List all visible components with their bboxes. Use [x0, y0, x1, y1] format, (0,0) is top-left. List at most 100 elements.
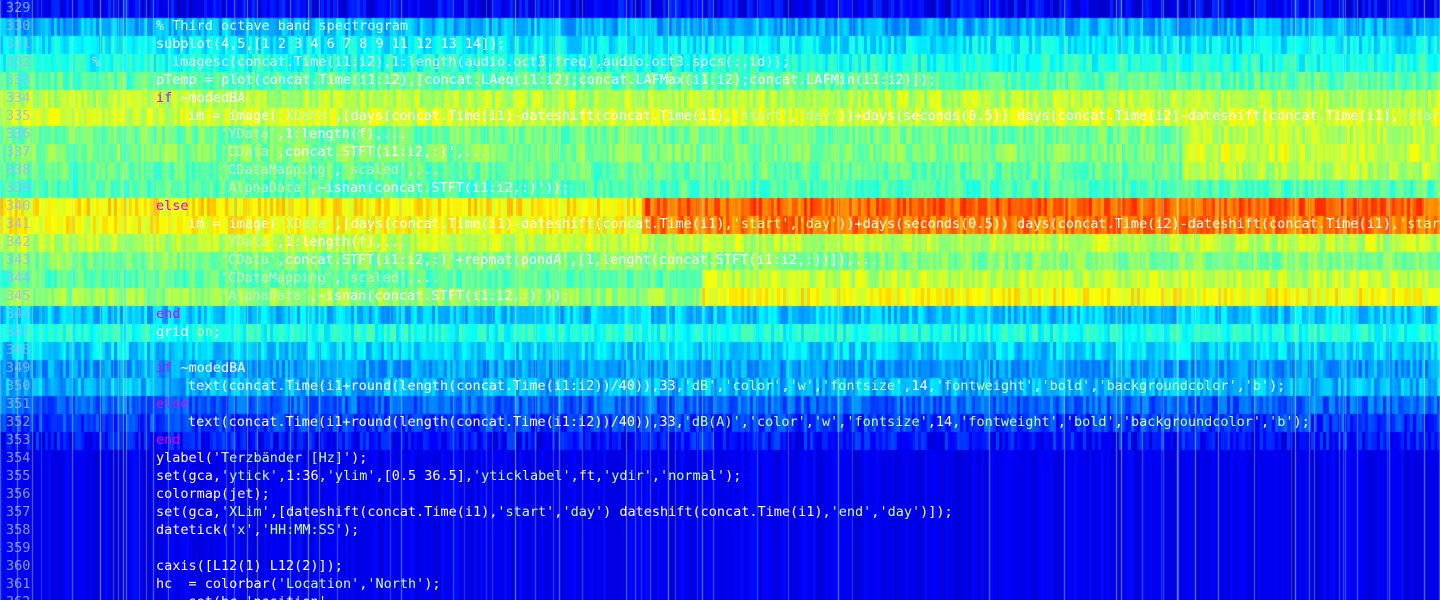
code-token: ,14,	[927, 414, 961, 430]
code-line[interactable]: 347 grid on;	[0, 323, 1440, 341]
code-line[interactable]: 352 text(concat.Time(i1+round(length(conc…	[0, 413, 1440, 431]
string-token: 'w'	[813, 414, 839, 430]
code-line[interactable]: 350 text(concat.Time(i1+round(length(conc…	[0, 377, 1440, 395]
code-token: ,	[781, 378, 790, 394]
code-line[interactable]: 346 end	[0, 305, 1440, 323]
code-text: hc = colorbar('Location','North');	[156, 575, 441, 593]
line-number: 356	[6, 486, 31, 502]
code-token: text(concat.Time(i1+round(length(concat.…	[188, 414, 684, 430]
code-text: subplot(4,5,[1 2 3 4 6 7 8 9 11 12 13 14…	[156, 35, 506, 53]
code-line[interactable]: 341 im = image('XData',[days(concat.Time(…	[0, 215, 1440, 233]
string-token: 'CData'	[220, 144, 277, 160]
code-line[interactable]: 357 set(gca,'XLim',[dateshift(concat.Time…	[0, 503, 1440, 521]
code-token: im = image(	[188, 108, 278, 124]
code-line[interactable]: 356 colormap(jet);	[0, 485, 1440, 503]
code-text: else	[156, 197, 189, 215]
code-line[interactable]: 331 subplot(4,5,[1 2 3 4 6 7 8 9 11 12 13…	[0, 35, 1440, 53]
code-text: text(concat.Time(i1+round(length(concat.…	[156, 377, 1285, 395]
code-editor[interactable]: 329 330% Third octave band spectrogram 331…	[0, 0, 1440, 600]
code-text: im = image('XData',[days(concat.Time(i1)…	[156, 215, 1440, 233]
code-line[interactable]: 334 if ~modedBA	[0, 89, 1440, 107]
code-line[interactable]: 344 'CDataMapping','scaled',...	[0, 269, 1440, 287]
string-token: 'day'	[797, 216, 839, 232]
keyword-token: end	[156, 306, 181, 322]
code-token: ,[days(concat.Time(i1)-dateshift(concat.…	[334, 216, 733, 232]
code-token: );	[1269, 378, 1286, 394]
code-text: 'YData',1:length(f),...	[156, 233, 407, 251]
code-line[interactable]: 355 set(gca,'ytick',1:36,'ylim',[0.5 36.5…	[0, 467, 1440, 485]
code-text: 'YData',1:length(f),...	[156, 125, 407, 143]
code-text: ylabel('Terzbänder [Hz]');	[156, 449, 367, 467]
code-text: set(hc,'position',...	[156, 593, 360, 600]
code-line[interactable]: 345 'AlphaData',~isnan(concat.STFT(i1:i2,…	[0, 287, 1440, 305]
line-number: 362	[6, 593, 30, 600]
string-token: 'CDataMapping'	[220, 270, 334, 286]
code-line[interactable]: 360 caxis([L12(1) L12(2)]);	[0, 557, 1440, 575]
code-line[interactable]: 337 'CData',concat.STFT(i1:i2,:)',...	[0, 143, 1440, 161]
code-text: datetick('x','HH:MM:SS');	[156, 521, 359, 539]
string-token: 'XLim'	[221, 504, 270, 520]
line-number: 360	[6, 558, 31, 574]
string-token: 'AlphaData'	[220, 288, 310, 304]
code-line[interactable]: 336 'YData',1:length(f),...	[0, 125, 1440, 143]
code-line[interactable]: 351 else	[0, 395, 1440, 413]
code-line[interactable]: 362 set(hc,'position',...	[0, 593, 1440, 600]
code-token: ))+days(seconds(0.5)) days(concat.Time(i…	[838, 216, 1400, 232]
code-line[interactable]: 333 pTemp = plot(concat.Time(i1:i2),[conc…	[0, 71, 1440, 89]
code-line[interactable]: 349 if ~modedBA	[0, 359, 1440, 377]
code-line[interactable]: 348	[0, 341, 1440, 359]
string-token: 'b'	[1244, 378, 1270, 394]
code-token: colormap(jet);	[156, 486, 270, 502]
string-token: 'backgroundcolor'	[1122, 414, 1261, 430]
string-token: 'Location'	[277, 576, 360, 592]
line-number: 361	[6, 576, 31, 592]
string-token: 'normal'	[660, 468, 726, 484]
code-text: 'AlphaData',~isnan(concat.STFT(i1:i2,:)'…	[156, 287, 570, 305]
string-token: 'yticklabel'	[473, 468, 571, 484]
code-line[interactable]: 342 'YData',1:length(f),...	[0, 233, 1440, 251]
code-text: 'CData',concat.STFT(i1:i2,:)'+repmat(pon…	[156, 251, 878, 269]
line-number: 342	[6, 234, 31, 250]
code-text: else	[156, 395, 189, 413]
code-token: set(gca,	[156, 468, 222, 484]
code-line[interactable]: 335 im = image('XData',[days(concat.Time(…	[0, 107, 1440, 125]
string-token: 'start'	[732, 108, 790, 124]
code-token: ,	[651, 468, 661, 484]
string-token: 'fontweight'	[935, 378, 1034, 394]
code-token: ,	[805, 414, 814, 430]
code-line[interactable]: 353 end	[0, 431, 1440, 449]
code-token: ,	[253, 522, 262, 538]
code-token: ,concat.STFT(i1:i2,:)',...	[276, 144, 489, 160]
code-line[interactable]: 343 'CData',concat.STFT(i1:i2,:)'+repmat(…	[0, 251, 1440, 269]
line-number: 334	[6, 90, 31, 106]
code-line[interactable]: 361 hc = colorbar('Location','North');	[0, 575, 1440, 593]
code-token: ,	[789, 216, 798, 232]
string-token: 'scaled'	[341, 162, 407, 178]
code-token: ,1:length(f),...	[276, 126, 407, 142]
line-number: 335	[6, 108, 31, 124]
code-token: );	[351, 450, 368, 466]
string-token: 'bold'	[1041, 378, 1091, 394]
code-line[interactable]: 329	[0, 0, 1440, 17]
string-token: 'start'	[1399, 108, 1440, 124]
line-number: 339	[6, 180, 31, 196]
line-number: 355	[6, 468, 31, 484]
code-line[interactable]: 358 datetick('x','HH:MM:SS');	[0, 521, 1440, 539]
line-number: 338	[6, 162, 31, 178]
string-token: 'backgroundcolor'	[1098, 378, 1237, 394]
line-number: 332	[6, 54, 31, 70]
code-line[interactable]: 338 'CDataMapping','scaled',...	[0, 161, 1440, 179]
code-token: ylabel(	[156, 450, 213, 466]
string-token: 'Terzbänder [Hz]'	[212, 450, 352, 466]
code-line[interactable]: 330 % Third octave band spectrogram	[0, 17, 1440, 35]
code-line[interactable]: 339 'AlphaData',~isnan(concat.STFT(i1:i2,…	[0, 179, 1440, 197]
code-line[interactable]: 340 else	[0, 197, 1440, 215]
code-line[interactable]: 332% imagesc(concat.Time(i1:i2),1:length(…	[0, 53, 1440, 71]
code-line[interactable]: 359	[0, 539, 1440, 557]
line-number: 341	[6, 216, 31, 232]
string-token: 'CData'	[220, 252, 277, 268]
string-token: 'YData'	[220, 126, 277, 142]
code-line[interactable]: 354 ylabel('Terzbänder [Hz]');	[0, 449, 1440, 467]
code-token: set(hc,'position',...	[156, 594, 360, 600]
code-token: ,	[333, 270, 342, 286]
